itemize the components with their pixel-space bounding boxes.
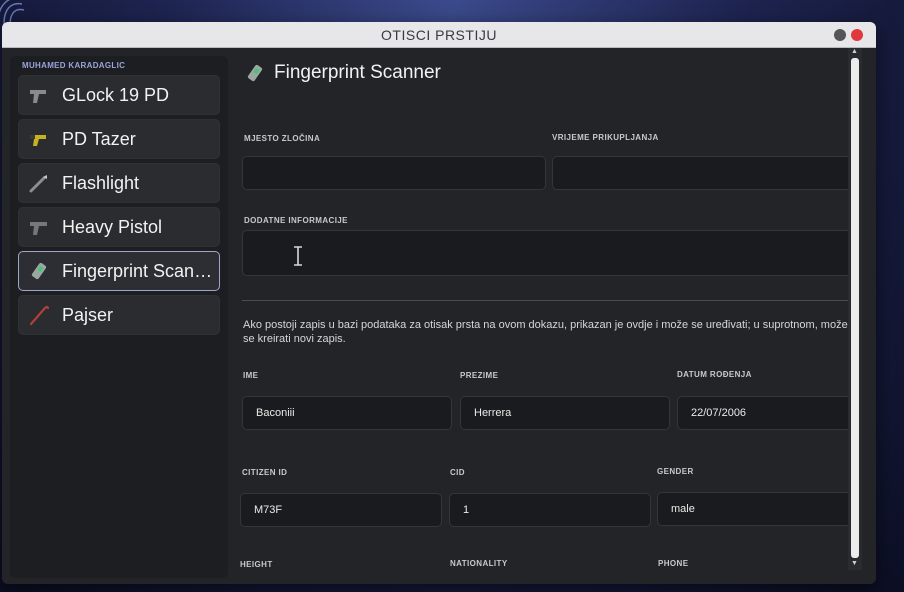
crime-scene-field[interactable] xyxy=(242,156,546,190)
pistol-icon xyxy=(30,222,47,235)
text-cursor-icon xyxy=(294,246,302,266)
page-title: Fingerprint Scanner xyxy=(274,62,441,83)
scroll-up-icon[interactable]: ▲ xyxy=(851,48,858,55)
last-name-field[interactable]: Herrera xyxy=(460,396,670,430)
first-name-label: IME xyxy=(243,371,259,380)
scrollbar[interactable]: ▲ ▼ xyxy=(848,48,862,570)
sidebar-item-label: PD Tazer xyxy=(62,128,136,149)
sidebar: MUHAMED KARADAGLIC GLock 19 PD PD Tazer … xyxy=(10,56,228,578)
sidebar-item-label: Heavy Pistol xyxy=(62,216,163,237)
sidebar-item-heavy-pistol[interactable]: Heavy Pistol xyxy=(18,207,220,247)
crime-scene-label: MJESTO ZLOČINA xyxy=(244,134,321,143)
tazer-icon xyxy=(30,135,46,146)
dob-field[interactable]: 22/07/2006 xyxy=(677,396,858,430)
section-divider xyxy=(242,300,854,301)
last-name-label: PREZIME xyxy=(460,371,499,380)
height-label: HEIGHT xyxy=(240,560,273,569)
flashlight-icon xyxy=(29,175,47,193)
collection-time-label: VRIJEME PRIKUPLJANJA xyxy=(552,133,659,142)
page-header: Fingerprint Scanner xyxy=(244,62,441,84)
collection-time-field[interactable] xyxy=(552,156,858,190)
gender-label: GENDER xyxy=(657,467,694,476)
sidebar-item-tazer[interactable]: PD Tazer xyxy=(18,119,220,159)
scroll-down-icon[interactable]: ▼ xyxy=(851,560,858,567)
info-notice: Ako postoji zapis u bazi podataka za oti… xyxy=(243,319,848,345)
app-window: OTISCI PRSTIJU MUHAMED KARADAGLIC GLock … xyxy=(2,22,876,584)
sidebar-item-label: Flashlight xyxy=(62,172,140,193)
sidebar-item-label: Pajser xyxy=(62,304,114,325)
citizen-id-field[interactable]: M73F xyxy=(240,493,442,527)
close-button[interactable] xyxy=(851,29,863,41)
crowbar-icon xyxy=(29,305,50,326)
pistol-icon xyxy=(30,90,46,103)
scroll-thumb[interactable] xyxy=(851,58,859,558)
citizen-id-label: CITIZEN ID xyxy=(242,468,288,477)
gender-field[interactable]: male xyxy=(657,492,858,526)
dob-label: DATUM ROĐENJA xyxy=(677,370,752,379)
sidebar-item-fingerprint-scanner[interactable]: Fingerprint Scanner xyxy=(18,251,220,291)
cid-label: CID xyxy=(450,468,465,477)
extra-info-field[interactable] xyxy=(242,230,858,276)
fingerprint-scanner-icon xyxy=(31,262,47,280)
nationality-label: NATIONALITY xyxy=(450,559,508,568)
sidebar-item-label: Fingerprint Scanner xyxy=(62,260,218,281)
cid-field[interactable]: 1 xyxy=(449,493,651,527)
window-title: OTISCI PRSTIJU xyxy=(381,27,497,43)
extra-info-label: DODATNE INFORMACIJE xyxy=(244,216,348,225)
phone-label: PHONE xyxy=(658,559,689,568)
title-bar: OTISCI PRSTIJU xyxy=(2,22,876,48)
sidebar-item-pajser[interactable]: Pajser xyxy=(18,295,220,335)
first-name-field[interactable]: Baconiii xyxy=(242,396,452,430)
sidebar-item-flashlight[interactable]: Flashlight xyxy=(18,163,220,203)
user-name: MUHAMED KARADAGLIC xyxy=(22,61,126,70)
sidebar-item-glock[interactable]: GLock 19 PD xyxy=(18,75,220,115)
sidebar-item-label: GLock 19 PD xyxy=(62,84,170,105)
minimize-button[interactable] xyxy=(834,29,846,41)
fingerprint-scanner-icon xyxy=(247,64,263,82)
main-panel: Fingerprint Scanner MJESTO ZLOČINA VRIJE… xyxy=(234,48,858,584)
